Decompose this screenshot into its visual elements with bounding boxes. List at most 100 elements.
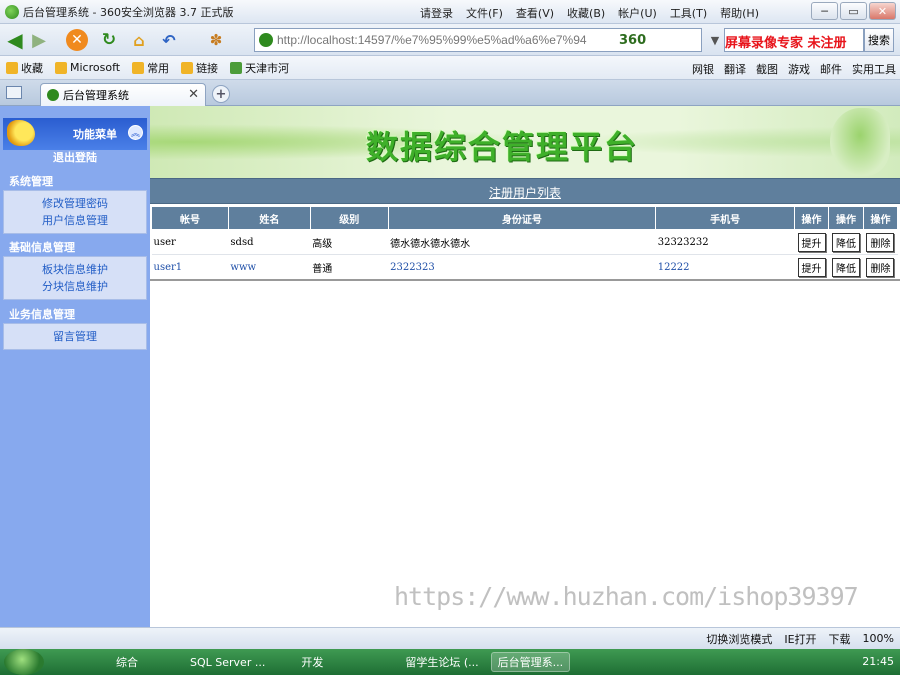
close-window-button[interactable]: ✕ [869, 2, 896, 20]
os-taskbar: 综合 SQL Server ... 开发 留学生论坛 (... 后台管理系...… [0, 649, 900, 675]
promote-button[interactable]: 提升 [797, 257, 826, 277]
task-item[interactable]: 留学生论坛 (... [399, 652, 484, 672]
menu-login[interactable]: 请登录 [420, 5, 453, 21]
refresh-icon[interactable]: ↻ [98, 29, 120, 51]
site-watermark: https://www.huzhan.com/ishop39397 [394, 582, 859, 611]
cell-demote: 降低 [828, 229, 864, 255]
demote-button[interactable]: 降低 [831, 257, 860, 277]
table-row: user1 www 普通 2322323 12222 提升 降低 删除 [151, 254, 898, 280]
new-tab-button[interactable]: + [212, 85, 230, 103]
link-message-management[interactable]: 留言管理 [4, 328, 146, 345]
col-action: 操作 [862, 206, 899, 230]
banner-title: 数据综合管理平台 [366, 128, 639, 166]
cell-delete: 删除 [863, 254, 898, 280]
back-icon[interactable]: ◀ [4, 28, 26, 52]
link-change-password[interactable]: 修改管理密码 [4, 195, 146, 212]
task-item[interactable]: 后台管理系... [490, 652, 571, 672]
broom-icon [7, 120, 35, 146]
cell-name: www [228, 254, 311, 280]
extensions-icon[interactable]: ✽ [205, 29, 227, 51]
tool-screenshot[interactable]: 截图 [756, 61, 778, 77]
group-system-links: 修改管理密码 用户信息管理 [3, 190, 147, 234]
window-title: 后台管理系统 - 360安全浏览器 3.7 正式版 [23, 5, 234, 19]
browser-statusbar: 切换浏览模式 IE打开 下载 100% [0, 627, 900, 649]
minimize-button[interactable]: ─ [811, 2, 838, 20]
address-dropdown-icon[interactable]: ▼ [704, 29, 726, 51]
cell-promote: 提升 [794, 229, 829, 255]
task-item[interactable]: 综合 [110, 652, 144, 672]
tab-page-icon [47, 89, 59, 101]
zoom-level[interactable]: 100% [863, 632, 894, 645]
search-button[interactable]: 搜索 [864, 28, 894, 52]
fav-microsoft[interactable]: Microsoft [55, 61, 120, 74]
cell-id-number: 2322323 [388, 254, 656, 280]
open-in-ie-button[interactable]: IE打开 [784, 631, 816, 647]
menu-favorites[interactable]: 收藏(B) [567, 5, 605, 21]
home-icon[interactable]: ⌂ [128, 29, 150, 51]
list-title[interactable]: 注册用户列表 [150, 184, 900, 201]
link-user-management[interactable]: 用户信息管理 [4, 212, 146, 229]
group-title-system[interactable]: 系统管理 [9, 173, 53, 189]
browser-logo-icon [5, 4, 19, 19]
promote-button[interactable]: 提升 [797, 232, 826, 252]
fav-tianjin[interactable]: 天津市河 [230, 60, 289, 76]
address-field[interactable]: 360 [254, 28, 702, 52]
tool-games[interactable]: 游戏 [788, 61, 810, 77]
tool-mail[interactable]: 邮件 [820, 61, 842, 77]
downloads-button[interactable]: 下载 [829, 631, 851, 647]
close-tab-icon[interactable]: ✕ [188, 87, 199, 102]
folder-icon [55, 61, 67, 74]
link-board-maintenance[interactable]: 板块信息维护 [4, 261, 146, 278]
security-badge[interactable]: 360 [619, 33, 646, 48]
tab-strip: 后台管理系统 ✕ + [0, 80, 900, 106]
window-titlebar: 后台管理系统 - 360安全浏览器 3.7 正式版 请登录 文件(F) 查看(V… [0, 0, 900, 24]
undo-close-icon[interactable]: ↶ [158, 29, 180, 51]
recorder-watermark: 屏幕录像专家 未注册 [725, 36, 847, 51]
col-phone: 手机号 [655, 206, 796, 230]
main-content: 数据综合管理平台 注册用户列表 帐号 姓名 级别 身份证号 手机号 操作 操作 … [150, 106, 900, 627]
fav-links[interactable]: 链接 [181, 60, 218, 76]
delete-button[interactable]: 删除 [866, 232, 895, 252]
sidebar-toggle-icon[interactable] [6, 86, 22, 99]
window-controls: ─ ▭ ✕ [811, 2, 896, 20]
menu-view[interactable]: 查看(V) [516, 5, 554, 21]
cell-account: user1 [151, 254, 229, 280]
delete-button[interactable]: 删除 [866, 257, 895, 277]
col-level: 级别 [309, 206, 389, 230]
fav-label: 天津市河 [245, 61, 290, 75]
cell-phone: 32323232 [655, 229, 795, 255]
menu-tools[interactable]: 工具(T) [670, 5, 707, 21]
demote-button[interactable]: 降低 [831, 232, 860, 252]
cell-demote: 降低 [828, 254, 864, 280]
group-title-basic[interactable]: 基础信息管理 [9, 239, 75, 255]
table-row: user sdsd 高级 德水德水德水德水 32323232 提升 降低 删除 [151, 229, 898, 255]
start-button[interactable] [4, 649, 44, 675]
user-table: 帐号 姓名 级别 身份证号 手机号 操作 操作 操作 user sdsd 高级 … [151, 206, 899, 280]
collapse-toggle-icon[interactable]: ︽ [128, 125, 143, 140]
task-item[interactable]: 开发 [295, 652, 329, 672]
tool-translate[interactable]: 翻译 [724, 61, 746, 77]
cell-name: sdsd [228, 229, 311, 255]
link-subboard-maintenance[interactable]: 分块信息维护 [4, 278, 146, 295]
cell-level: 高级 [310, 229, 389, 255]
logout-link[interactable]: 退出登陆 [0, 149, 150, 165]
stop-icon[interactable]: ✕ [66, 29, 88, 51]
forward-icon[interactable]: ▶ [28, 29, 50, 51]
group-title-business[interactable]: 业务信息管理 [9, 306, 75, 322]
cell-phone: 12222 [655, 254, 795, 280]
cell-id-number: 德水德水德水德水 [388, 229, 656, 255]
browser-menubar: 请登录 文件(F) 查看(V) 收藏(B) 帐户(U) 工具(T) 帮助(H) [420, 5, 772, 21]
menu-help[interactable]: 帮助(H) [720, 5, 759, 21]
url-input[interactable] [277, 33, 617, 47]
maximize-button[interactable]: ▭ [840, 2, 867, 20]
tool-bank[interactable]: 网银 [692, 61, 714, 77]
switch-mode-button[interactable]: 切换浏览模式 [706, 631, 772, 647]
task-item[interactable]: SQL Server ... [184, 652, 271, 672]
menu-account[interactable]: 帐户(U) [618, 5, 657, 21]
menu-file[interactable]: 文件(F) [466, 5, 503, 21]
tool-utilities[interactable]: 实用工具 [852, 61, 896, 77]
fav-common[interactable]: 常用 [132, 60, 169, 76]
favorites-menu[interactable]: 收藏 [6, 60, 43, 76]
tab-admin[interactable]: 后台管理系统 ✕ [40, 83, 206, 106]
search-field[interactable]: 屏幕录像专家 未注册 [724, 28, 864, 52]
